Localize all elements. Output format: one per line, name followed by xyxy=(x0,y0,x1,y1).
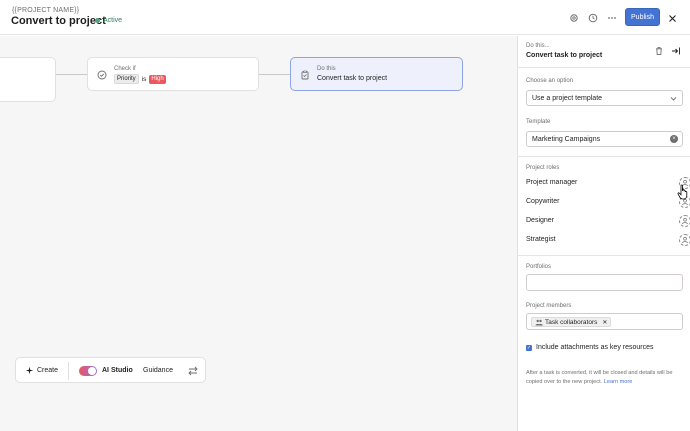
template-value: Marketing Campaigns xyxy=(532,135,601,143)
history-icon[interactable] xyxy=(586,11,600,25)
portfolios-label: Portfolios xyxy=(526,264,552,270)
ai-studio-toggle[interactable] xyxy=(79,366,97,376)
workflow-node-action[interactable]: Do this Convert task to project xyxy=(290,57,463,91)
divider xyxy=(518,255,690,256)
bottom-toolbar: Create AI Studio Guidance xyxy=(15,357,206,383)
hand-cursor-icon xyxy=(677,184,689,200)
help-note-text: After a task is converted, it will be cl… xyxy=(526,370,673,385)
role-row: Designer xyxy=(526,215,690,227)
top-header: {{PROJECT NAME}} Convert to project Acti… xyxy=(0,0,690,35)
members-input[interactable]: Task collaborators ✕ xyxy=(526,313,683,330)
option-select[interactable]: Use a project template xyxy=(526,90,683,106)
members-label: Project members xyxy=(526,303,572,309)
workflow-canvas[interactable]: Check if Priority is High Do this Conver… xyxy=(0,36,517,431)
page-title: Convert to project xyxy=(11,15,106,27)
create-label: Create xyxy=(37,367,59,374)
project-name: {{PROJECT NAME}} xyxy=(12,7,80,14)
remove-chip-icon[interactable]: ✕ xyxy=(602,319,607,326)
check-circle-icon xyxy=(97,70,107,80)
role-label: Strategist xyxy=(526,236,556,243)
chevron-down-icon xyxy=(670,95,677,102)
assign-person-icon[interactable] xyxy=(679,215,690,227)
member-chip-label: Task collaborators xyxy=(545,318,598,326)
action-node-title: Convert task to project xyxy=(317,75,388,82)
panel-title: Convert task to project xyxy=(526,52,603,59)
connector-line xyxy=(56,74,87,75)
condition-row: Priority is High xyxy=(114,74,166,84)
workflow-node-check[interactable]: Check if Priority is High xyxy=(87,57,259,91)
trash-icon[interactable] xyxy=(654,46,664,56)
option-label: Choose an option xyxy=(526,78,574,84)
workflow-node-trigger[interactable] xyxy=(0,57,56,102)
condition-operator: is xyxy=(141,75,147,83)
panel-header: Do this... Convert task to project xyxy=(518,36,690,68)
member-chip[interactable]: Task collaborators ✕ xyxy=(531,317,612,327)
action-panel: Do this... Convert task to project Choos… xyxy=(517,36,690,431)
role-label: Project manager xyxy=(526,179,578,186)
status-dot-icon xyxy=(95,18,100,23)
condition-value: High xyxy=(149,74,166,84)
status-text: Active xyxy=(103,17,123,24)
role-label: Designer xyxy=(526,217,555,224)
connector-line xyxy=(259,74,290,75)
portfolios-input[interactable] xyxy=(526,274,683,291)
learn-more-link[interactable]: Learn more xyxy=(604,379,633,385)
swap-icon[interactable] xyxy=(187,365,199,377)
people-icon xyxy=(535,319,543,325)
panel-subtitle: Do this... xyxy=(526,43,550,49)
attachments-checkbox[interactable]: ✓ xyxy=(526,345,532,351)
check-node-label: Check if xyxy=(114,66,136,72)
create-button[interactable]: Create xyxy=(25,366,58,375)
publish-button[interactable]: Publish xyxy=(625,8,660,26)
ai-studio-label[interactable]: AI Studio xyxy=(102,367,133,374)
sparkle-icon xyxy=(25,366,34,375)
status-badge: Active xyxy=(95,17,122,24)
help-note: After a task is converted, it will be cl… xyxy=(526,369,686,387)
role-row: Strategist xyxy=(526,234,690,246)
condition-field: Priority xyxy=(114,74,139,84)
collapse-panel-icon[interactable] xyxy=(671,46,681,56)
divider xyxy=(518,156,690,157)
clear-icon[interactable]: × xyxy=(670,135,678,143)
attachments-checkbox-label[interactable]: Include attachments as key resources xyxy=(536,344,654,351)
clipboard-icon xyxy=(300,70,310,80)
template-label: Template xyxy=(526,119,551,125)
option-value: Use a project template xyxy=(532,94,603,102)
role-row: Copywriter xyxy=(526,196,690,208)
more-icon[interactable] xyxy=(605,11,619,25)
toolbar-divider xyxy=(68,362,69,380)
guidance-button[interactable]: Guidance xyxy=(143,367,173,374)
close-icon[interactable] xyxy=(665,11,679,25)
role-label: Copywriter xyxy=(526,198,560,205)
settings-icon[interactable] xyxy=(567,11,581,25)
action-node-label: Do this xyxy=(317,66,336,72)
role-row: Project manager xyxy=(526,177,690,189)
template-input[interactable]: Marketing Campaigns × xyxy=(526,131,683,147)
assign-person-icon[interactable] xyxy=(679,234,690,246)
roles-label: Project roles xyxy=(526,165,560,171)
